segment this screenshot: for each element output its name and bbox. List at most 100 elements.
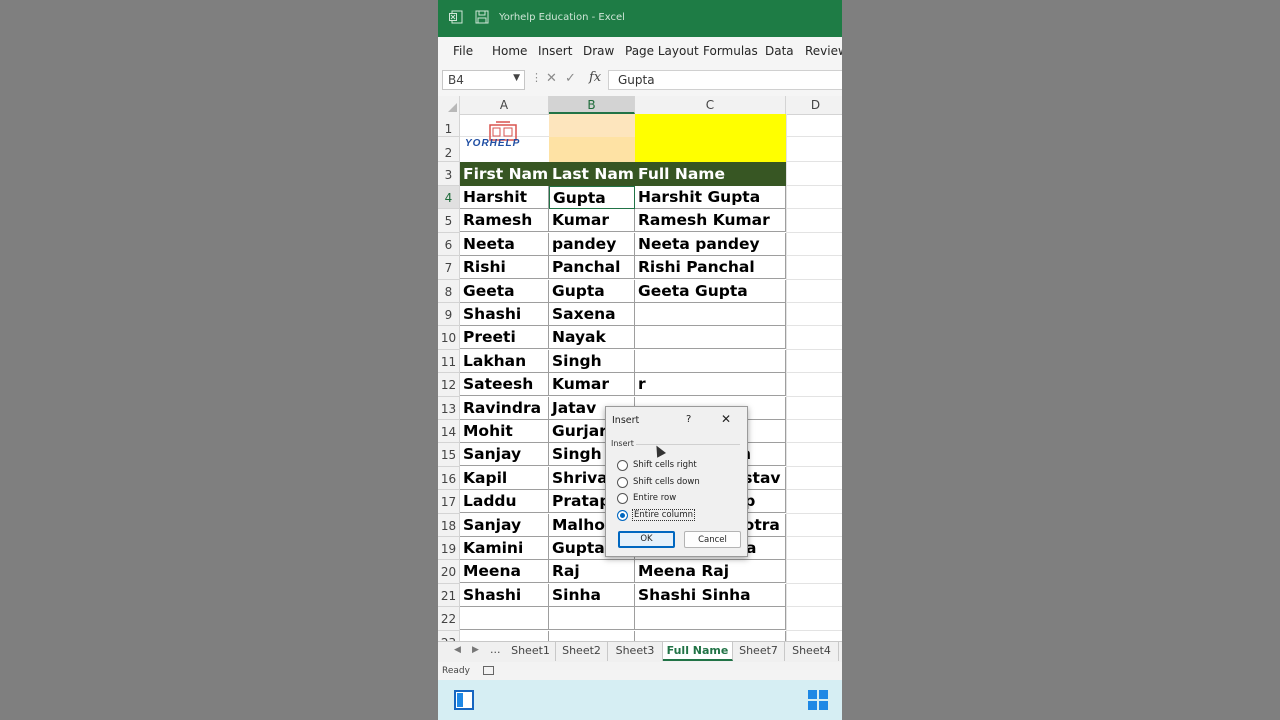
cell-a7[interactable]: Rishi [460, 256, 549, 280]
cell-b5[interactable]: Kumar [549, 209, 635, 233]
column-header-d[interactable]: D [786, 96, 842, 114]
cell-b4[interactable]: Gupta [549, 186, 635, 209]
cell-c21[interactable]: Shashi Sinha [635, 583, 786, 607]
row-header-15[interactable]: 15 [438, 443, 460, 467]
sheet-tab-sheet3[interactable]: Sheet3 [608, 642, 663, 661]
cell-b10[interactable]: Nayak [549, 326, 635, 350]
cell-c4[interactable]: Harshit Gupta [635, 186, 786, 209]
cell-a16[interactable]: Kapil [460, 466, 549, 490]
row-header-21[interactable]: 21 [438, 583, 460, 608]
cell-b7[interactable]: Panchal [549, 256, 635, 280]
formula-input[interactable]: Gupta [608, 70, 842, 90]
next-sheet-icon[interactable]: ▶ [472, 645, 479, 655]
chevron-down-icon[interactable]: ▼ [513, 73, 520, 83]
cell-a20[interactable]: Meena [460, 560, 549, 584]
cell-b21[interactable]: Sinha [549, 583, 635, 607]
cell-a21[interactable]: Shashi [460, 583, 549, 607]
cell-a22[interactable] [460, 607, 549, 631]
row-header-18[interactable]: 18 [438, 513, 460, 537]
cell-a14[interactable]: Mohit [460, 420, 549, 443]
sheet-tab-sheet7[interactable]: Sheet7 [733, 642, 785, 661]
cell-a11[interactable]: Lakhan [460, 349, 549, 373]
cell-b6[interactable]: pandey [549, 232, 635, 256]
tab-file[interactable]: File [453, 44, 473, 58]
row-header-6[interactable]: 6 [438, 232, 460, 257]
cell-c11[interactable] [635, 349, 786, 373]
cell-c23[interactable] [635, 630, 786, 641]
snap-layout-icon[interactable] [454, 690, 474, 710]
cell-a4[interactable]: Harshit [460, 186, 549, 209]
row-header-1[interactable]: 1 [438, 114, 460, 137]
row-header-12[interactable]: 12 [438, 373, 460, 397]
cell-a23[interactable] [460, 630, 549, 641]
label-entire-column[interactable]: Entire column [632, 509, 695, 521]
tab-insert[interactable]: Insert [538, 44, 572, 58]
column-header-b[interactable]: B [549, 96, 635, 114]
tab-formulas[interactable]: Formulas [703, 44, 758, 58]
tab-data[interactable]: Data [765, 44, 794, 58]
cell-a13[interactable]: Ravindra [460, 396, 549, 420]
cell-c6[interactable]: Neeta pandey [635, 232, 786, 256]
tab-home[interactable]: Home [492, 44, 527, 58]
cell-b22[interactable] [549, 607, 635, 631]
cell-b12[interactable]: Kumar [549, 373, 635, 397]
cancel-button[interactable]: Cancel [684, 531, 741, 548]
row-header-17[interactable]: 17 [438, 490, 460, 514]
row-header-16[interactable]: 16 [438, 466, 460, 491]
cell-c10[interactable] [635, 326, 786, 350]
row-header-8[interactable]: 8 [438, 279, 460, 303]
cell-a12[interactable]: Sateesh [460, 373, 549, 397]
row-header-7[interactable]: 7 [438, 256, 460, 280]
cell-b20[interactable]: Raj [549, 560, 635, 584]
sheet-tab-sheet4[interactable]: Sheet4 [785, 642, 839, 661]
sheet-tab-sheet2[interactable]: Sheet2 [556, 642, 608, 661]
insert-function-icon[interactable]: fx [589, 70, 601, 85]
cell-c1-c2-yellow[interactable] [635, 114, 786, 162]
tab-draw[interactable]: Draw [583, 44, 614, 58]
row-header-2[interactable]: 2 [438, 137, 460, 162]
row-header-22[interactable]: 22 [438, 607, 460, 631]
label-shift-cells-down[interactable]: Shift cells down [633, 477, 700, 487]
cell-a15[interactable]: Sanjay [460, 443, 549, 467]
column-header-a[interactable]: A [460, 96, 549, 114]
select-all-corner[interactable] [438, 96, 460, 114]
close-icon[interactable]: ✕ [721, 412, 731, 426]
row-header-5[interactable]: 5 [438, 209, 460, 233]
cell-b2[interactable] [549, 137, 635, 162]
tab-page-layout[interactable]: Page Layout [625, 44, 699, 58]
label-shift-cells-right[interactable]: Shift cells right [633, 460, 697, 470]
windows-start-icon[interactable] [808, 690, 828, 710]
header-full-name[interactable]: Full Name [635, 162, 786, 186]
row-header-4[interactable]: 4 [438, 186, 460, 210]
cell-a6[interactable]: Neeta [460, 232, 549, 256]
radio-entire-column[interactable] [617, 510, 628, 521]
label-entire-row[interactable]: Entire row [633, 493, 676, 503]
row-header-3[interactable]: 3 [438, 162, 460, 186]
cell-a5[interactable]: Ramesh [460, 209, 549, 233]
cell-c22[interactable] [635, 607, 786, 631]
cell-c12[interactable]: r [635, 373, 786, 397]
cell-c9[interactable] [635, 303, 786, 326]
ok-button[interactable]: OK [618, 531, 675, 548]
cell-a19[interactable]: Kamini [460, 537, 549, 560]
cell-b1[interactable] [549, 114, 635, 137]
cell-c8[interactable]: Geeta Gupta [635, 279, 786, 303]
more-sheets-button[interactable]: ... [490, 643, 501, 656]
cell-a9[interactable]: Shashi [460, 303, 549, 326]
tab-review[interactable]: Review [805, 44, 842, 58]
accessibility-icon[interactable] [483, 666, 494, 675]
header-last-name[interactable]: Last Name [549, 162, 635, 186]
cell-c20[interactable]: Meena Raj [635, 560, 786, 584]
sheet-tab-sheet1[interactable]: Sheet1 [506, 642, 556, 661]
radio-shift-cells-right[interactable] [617, 460, 628, 471]
cell-a8[interactable]: Geeta [460, 279, 549, 303]
sheet-tab-full-name[interactable]: Full Name [663, 642, 733, 661]
radio-entire-row[interactable] [617, 493, 628, 504]
row-header-14[interactable]: 14 [438, 420, 460, 444]
row-header-20[interactable]: 20 [438, 560, 460, 584]
spreadsheet-grid[interactable]: A B C D 1 2 3 4 5 6 7 8 9 10 11 12 13 14 15 16 17 18 19 20 2… [438, 96, 842, 641]
column-header-c[interactable]: C [635, 96, 786, 114]
row-header-10[interactable]: 10 [438, 326, 460, 350]
cell-a18[interactable]: Sanjay [460, 513, 549, 537]
help-icon[interactable]: ? [686, 414, 691, 425]
